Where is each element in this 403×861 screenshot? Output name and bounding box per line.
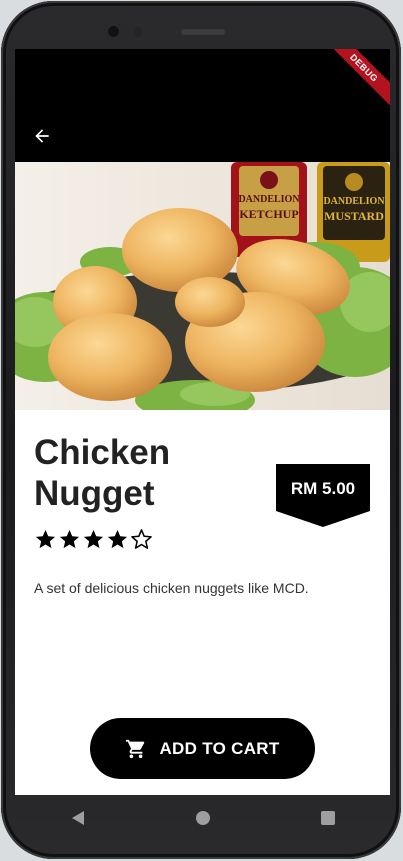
star-filled-icon <box>35 529 56 549</box>
star-outline-icon <box>131 529 152 549</box>
debug-banner: DEBUG <box>315 49 390 117</box>
add-to-cart-button[interactable]: ADD TO CART <box>90 718 315 779</box>
product-title: Chicken Nugget <box>34 433 171 513</box>
product-description: A set of delicious chicken nuggets like … <box>34 580 309 596</box>
back-button[interactable] <box>27 121 57 151</box>
svg-text:MUSTARD: MUSTARD <box>324 209 384 223</box>
rating-stars <box>34 528 153 552</box>
product-price: RM 5.00 <box>290 479 356 498</box>
svg-text:DANDELION: DANDELION <box>238 194 300 205</box>
nav-home-icon <box>195 811 210 825</box>
nav-back-button[interactable] <box>58 798 98 838</box>
front-camera <box>105 23 122 40</box>
earpiece-speaker <box>181 29 225 35</box>
nav-home-button[interactable] <box>183 798 223 838</box>
product-details: Chicken Nugget RM 5.00 A set of deliciou… <box>15 410 390 795</box>
star-filled-icon <box>59 529 80 549</box>
product-image: DANDELION KETCHUP DANDELION MUSTARD <box>15 162 390 410</box>
svg-text:DANDELION: DANDELION <box>323 196 385 207</box>
chicken-nugget-photo: DANDELION KETCHUP DANDELION MUSTARD <box>15 162 390 410</box>
proximity-sensor <box>134 27 142 37</box>
app-screen: DEBUG DANDELION KETCHUP DANDELION MUSTAR… <box>15 49 390 795</box>
price-tag: RM 5.00 <box>276 464 370 527</box>
nav-back-icon <box>71 811 84 825</box>
star-filled-icon <box>107 529 128 549</box>
star-filled-icon <box>83 529 104 549</box>
nav-recents-icon <box>320 811 335 825</box>
nav-recents-button[interactable] <box>308 798 348 838</box>
shopping-cart-icon <box>126 739 145 758</box>
arrow-back-icon <box>35 129 49 143</box>
system-navigation-bar <box>15 795 390 841</box>
add-to-cart-label: ADD TO CART <box>159 738 280 758</box>
svg-text:KETCHUP: KETCHUP <box>239 207 298 221</box>
